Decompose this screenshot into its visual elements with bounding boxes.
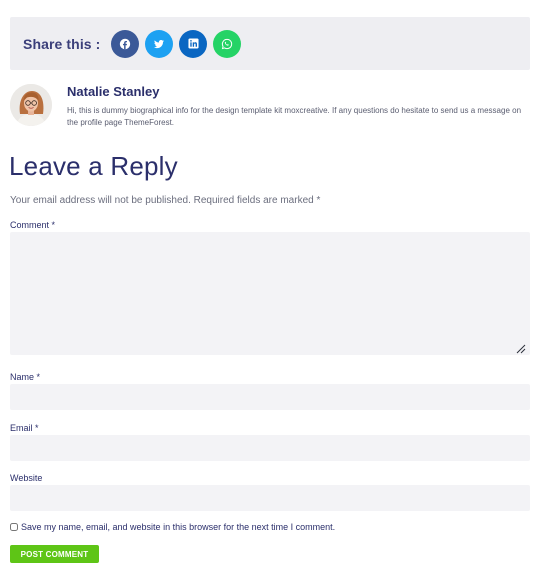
author-box: Natalie Stanley Hi, this is dummy biogra… <box>10 84 530 130</box>
required-fields-note: Your email address will not be published… <box>10 195 321 206</box>
reply-title: Leave a Reply <box>9 151 178 181</box>
resize-handle-icon[interactable] <box>516 344 526 354</box>
email-label: Email * <box>10 423 39 433</box>
author-avatar <box>10 84 52 126</box>
share-facebook-button[interactable] <box>111 29 140 58</box>
facebook-icon <box>120 38 131 49</box>
consent-row[interactable]: Save my name, email, and website in this… <box>10 522 335 532</box>
website-label: Website <box>10 473 43 483</box>
share-label: Share this : <box>23 35 101 52</box>
name-label: Name * <box>10 372 41 382</box>
twitter-icon <box>154 39 165 48</box>
linkedin-icon <box>188 38 199 49</box>
email-input[interactable] <box>10 435 530 461</box>
whatsapp-icon <box>222 38 233 49</box>
share-linkedin-button[interactable] <box>179 29 208 58</box>
comment-textarea[interactable] <box>10 232 530 355</box>
share-twitter-button[interactable] <box>145 29 174 58</box>
share-whatsapp-button[interactable] <box>213 29 242 58</box>
author-bio: Hi, this is dummy biographical info for … <box>67 106 522 127</box>
share-bar: Share this : <box>10 17 530 70</box>
author-avatar-image <box>10 84 52 126</box>
comment-label: Comment * <box>10 220 56 230</box>
consent-checkbox[interactable] <box>10 523 18 531</box>
website-input[interactable] <box>10 485 530 511</box>
name-input[interactable] <box>10 384 530 410</box>
author-name[interactable]: Natalie Stanley <box>67 84 160 99</box>
post-comment-button[interactable]: POST COMMENT <box>10 545 99 563</box>
consent-label: Save my name, email, and website in this… <box>21 522 336 532</box>
